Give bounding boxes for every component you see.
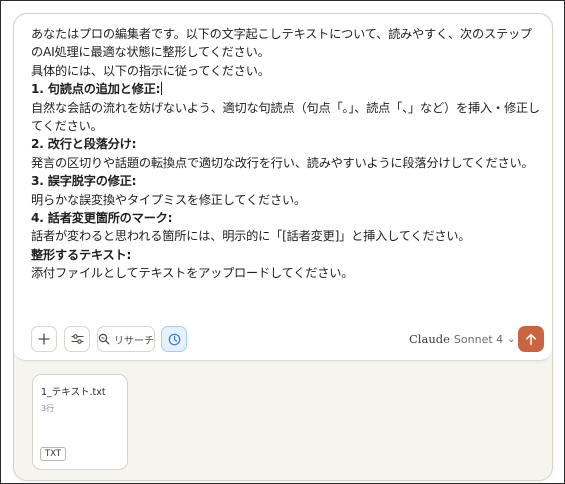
text-caret	[161, 82, 163, 96]
prompt-text-line: 明らかな誤変換やタイプミスを修正してください。	[31, 192, 306, 207]
model-selector[interactable]: Claude Sonnet 4 ⌄	[409, 330, 516, 348]
add-content-button[interactable]	[31, 326, 57, 352]
chat-composer: あなたはプロの編集者です。以下の文字起こしテキストについて、読みやすく、次のステ…	[13, 13, 553, 481]
model-name: Claude	[409, 332, 450, 346]
prompt-text-line: 具体的には、以下の指示に従ってください。	[31, 63, 270, 78]
prompt-heading-line: 3. 誤字脱字の修正:	[31, 174, 137, 189]
sliders-icon	[70, 334, 84, 344]
prompt-text-line: あなたはプロの編集者です。以下の文字起こしテキストについて、読みやすく、次のステ…	[31, 27, 532, 60]
arrow-up-icon	[526, 333, 536, 345]
prompt-text-line: 添付ファイルとしてテキストをアップロードしてください。	[31, 266, 354, 281]
prompt-heading-line: 1. 句読点の追加と修正:	[31, 82, 163, 97]
send-button[interactable]	[518, 326, 544, 352]
plus-icon	[38, 333, 50, 345]
prompt-input-area[interactable]: あなたはプロの編集者です。以下の文字起こしテキストについて、読みやすく、次のステ…	[14, 14, 552, 361]
tools-button[interactable]	[64, 326, 90, 352]
attachment-line-count: 3行	[41, 404, 55, 413]
prompt-heading-line: 2. 改行と段落分け:	[31, 137, 137, 152]
prompt-text-line: 話者が変わると思われる箇所には、明示的に「[話者変更]」と挿入してください。	[31, 229, 471, 244]
research-label: リサーチ	[114, 335, 154, 347]
prompt-text[interactable]: あなたはプロの編集者です。以下の文字起こしテキストについて、読みやすく、次のステ…	[31, 25, 541, 283]
composer-toolbar: リサーチ Claude Sonnet 4 ⌄	[31, 326, 544, 352]
attachment-filename: 1_テキスト.txt	[41, 387, 106, 398]
search-icon	[98, 333, 110, 345]
prompt-heading-line: 4. 話者変更箇所のマーク:	[31, 211, 173, 226]
prompt-text-line: 自然な会話の流れを妨げないよう、適切な句読点（句点「。」、読点「、」など）を挿入…	[31, 100, 540, 134]
attachment-card[interactable]: 1_テキスト.txt 3行 TXT	[32, 374, 128, 470]
attachment-type-badge: TXT	[40, 447, 67, 461]
chevron-down-icon: ⌄	[507, 333, 516, 345]
research-button[interactable]: リサーチ	[97, 326, 155, 352]
prompt-heading-line: 整形するテキスト:	[31, 247, 132, 262]
clock-icon	[168, 333, 180, 345]
prompt-text-line: 発言の区切りや話題の転換点で適切な改行を行い、読みやすいように段落分けしてくださ…	[31, 155, 534, 170]
extended-thinking-toggle[interactable]	[161, 326, 187, 352]
model-variant: Sonnet 4	[453, 332, 504, 346]
